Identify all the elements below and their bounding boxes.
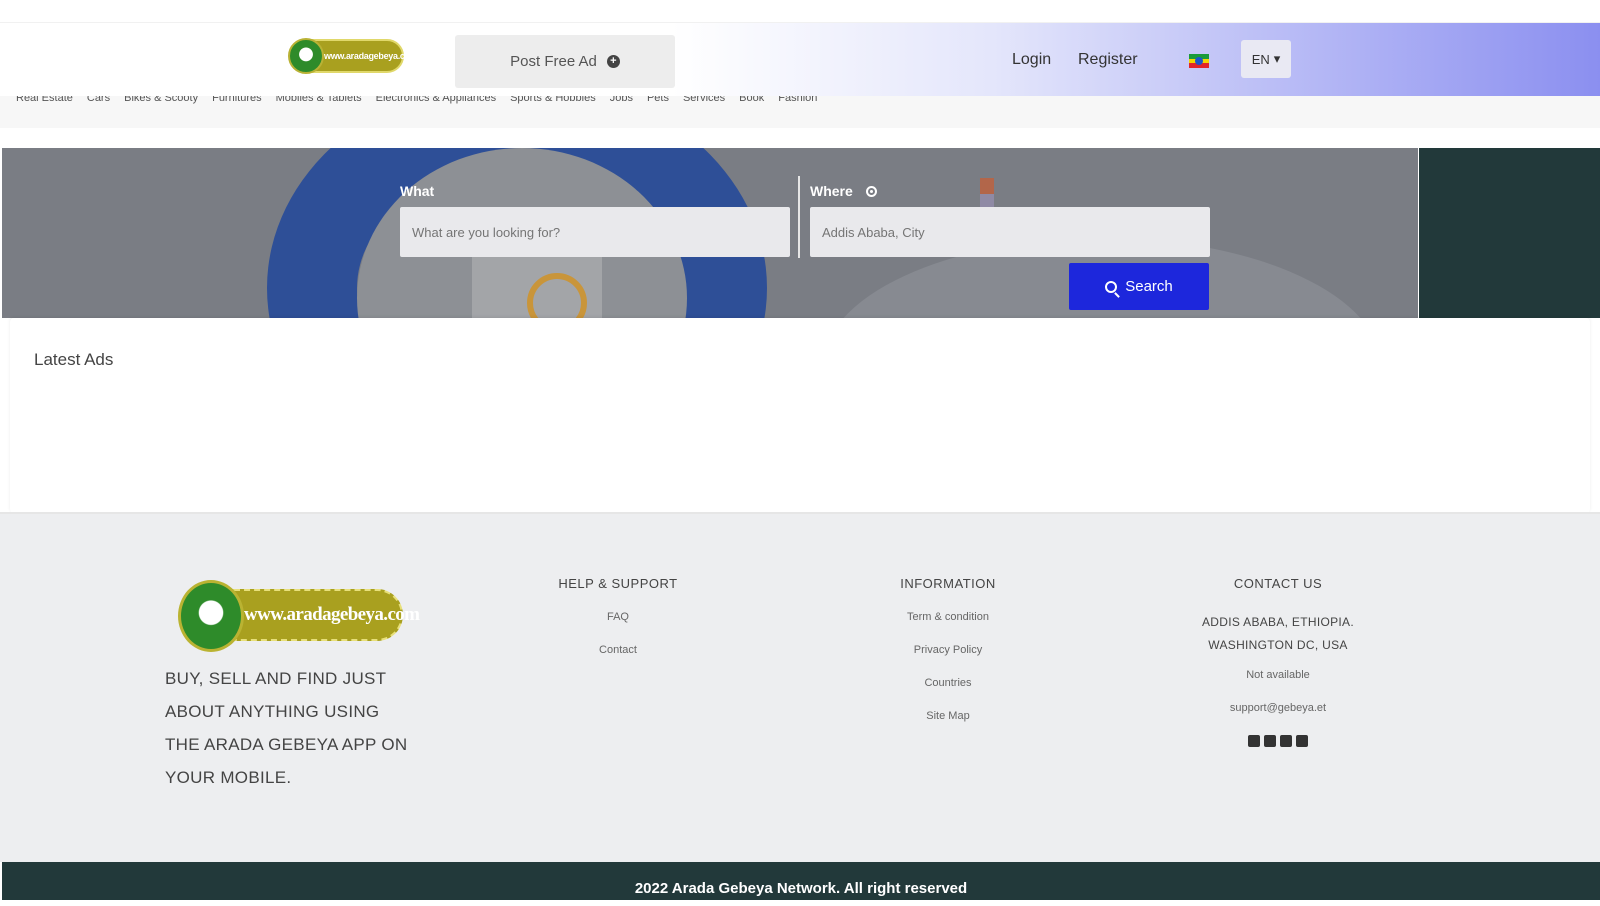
phone-text: Not available: [1246, 669, 1310, 681]
site-logo[interactable]: www.aradagebeya.com: [288, 38, 418, 74]
information-heading: INFORMATION: [900, 576, 996, 591]
category-item[interactable]: Services: [683, 96, 725, 104]
login-link[interactable]: Login: [1012, 51, 1051, 69]
category-nav: Real Estate Cars Bikes & Scooty Furnitures M…: [0, 96, 1600, 128]
search-divider: [798, 176, 800, 258]
caret-down-icon: ▾: [1273, 51, 1281, 66]
facebook-icon[interactable]: [1248, 735, 1260, 747]
linkedin-icon[interactable]: [1280, 735, 1292, 747]
contact-column: CONTACT US ADDIS ABABA, ETHIOPIA. WASHIN…: [1148, 576, 1408, 747]
sitemap-link[interactable]: Site Map: [818, 710, 1078, 722]
site-header: www.aradagebeya.com Post Free Ad + Login…: [0, 22, 1600, 100]
category-item[interactable]: Pets: [647, 96, 669, 104]
what-label: What: [400, 183, 435, 199]
category-item[interactable]: Bikes & Scooty: [124, 96, 198, 104]
countries-link[interactable]: Countries: [818, 677, 1078, 689]
where-label: Where: [810, 183, 853, 199]
latest-ads-title: Latest Ads: [34, 350, 114, 369]
language-value: EN: [1251, 51, 1270, 67]
category-item[interactable]: Fashion: [778, 96, 817, 104]
category-item[interactable]: Electronics & Appliances: [376, 96, 496, 104]
category-item[interactable]: Jobs: [610, 96, 633, 104]
category-item[interactable]: Real Estate: [16, 96, 73, 104]
search-button[interactable]: Search: [1069, 263, 1209, 310]
email-link[interactable]: support@gebeya.et: [1148, 702, 1408, 714]
logo-emblem-icon: [288, 38, 324, 74]
terms-link[interactable]: Term & condition: [818, 611, 1078, 623]
register-link[interactable]: Register: [1078, 51, 1138, 69]
information-column: INFORMATION Term & condition Privacy Pol…: [818, 576, 1078, 743]
footer-logo-text: www.aradagebeya.com: [244, 604, 420, 625]
post-free-ad-button[interactable]: Post Free Ad +: [455, 35, 675, 88]
category-item[interactable]: Cars: [87, 96, 110, 104]
search-button-label: Search: [1125, 278, 1173, 295]
privacy-link[interactable]: Privacy Policy: [818, 644, 1078, 656]
instagram-icon[interactable]: [1296, 735, 1308, 747]
twitter-icon[interactable]: [1264, 735, 1276, 747]
help-support-column: HELP & SUPPORT FAQ Contact: [488, 576, 748, 677]
help-support-heading: HELP & SUPPORT: [558, 576, 678, 591]
faq-link[interactable]: FAQ: [488, 611, 748, 623]
contact-link[interactable]: Contact: [488, 644, 748, 656]
logo-emblem-icon: [178, 580, 244, 652]
what-search-input[interactable]: [400, 207, 790, 257]
site-footer: www.aradagebeya.com BUY, SELL AND FIND J…: [0, 514, 1600, 862]
social-links: [1148, 735, 1408, 747]
language-dropdown[interactable]: EN ▾: [1241, 40, 1291, 78]
post-free-ad-label: Post Free Ad: [510, 53, 597, 70]
address-line-1: ADDIS ABABA, ETHIOPIA.: [1202, 615, 1354, 629]
latest-ads-section: Latest Ads: [10, 318, 1590, 513]
contact-heading: CONTACT US: [1233, 576, 1323, 591]
contact-address: ADDIS ABABA, ETHIOPIA. WASHINGTON DC, US…: [1148, 611, 1408, 657]
hero-side-panel: [1419, 148, 1600, 318]
category-item[interactable]: Sports & Hobbies: [510, 96, 596, 104]
copyright-text: 2022 Arada Gebeya Network. All right res…: [634, 880, 968, 897]
plus-circle-icon: +: [606, 55, 620, 68]
search-icon: [1105, 280, 1118, 293]
location-target-icon[interactable]: [866, 186, 877, 197]
copyright-bar: 2022 Arada Gebeya Network. All right res…: [2, 862, 1600, 900]
footer-tagline: BUY, SELL AND FIND JUST ABOUT ANYTHING U…: [165, 669, 408, 787]
ethiopia-flag-icon[interactable]: [1189, 54, 1209, 68]
category-item[interactable]: Book: [739, 96, 764, 104]
where-search-input[interactable]: [810, 207, 1210, 257]
logo-text: www.aradagebeya.com: [324, 51, 418, 61]
category-item[interactable]: Furnitures: [212, 96, 262, 104]
footer-logo[interactable]: www.aradagebeya.com: [178, 580, 420, 652]
category-item[interactable]: Mobiles & Tablets: [276, 96, 362, 104]
address-line-2: WASHINGTON DC, USA: [1208, 638, 1348, 652]
